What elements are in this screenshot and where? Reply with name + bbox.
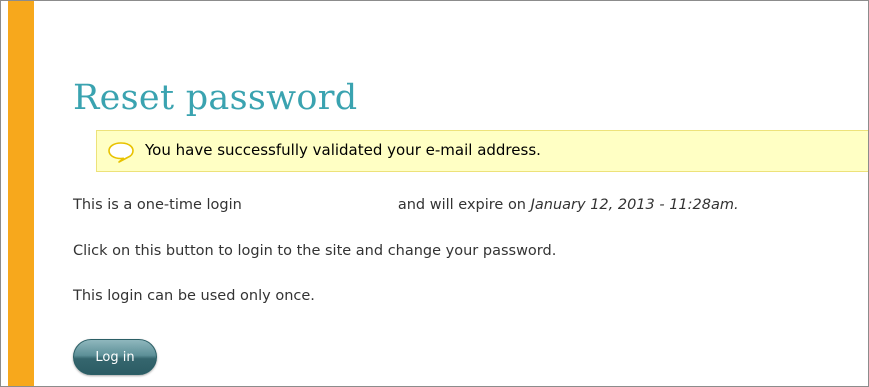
login-button[interactable]: Log in [73, 339, 157, 375]
expiry-date: January 12, 2013 - 11:28am. [530, 197, 739, 213]
page-frame: Reset password You have successfully val… [0, 0, 869, 387]
expiry-notice: This is a one-time login and will expire … [73, 197, 739, 213]
speech-bubble-icon [107, 140, 135, 164]
instruction-text: Click on this button to login to the sit… [73, 243, 557, 259]
page-title: Reset password [73, 78, 358, 118]
status-message-text: You have successfully validated your e-m… [145, 141, 541, 159]
one-time-notice: This login can be used only once. [73, 288, 315, 304]
status-message: You have successfully validated your e-m… [96, 130, 868, 172]
expiry-notice-lead: This is a one-time login [73, 197, 242, 213]
expiry-notice-mid: and will expire on [397, 197, 531, 213]
accent-bar [8, 1, 34, 386]
